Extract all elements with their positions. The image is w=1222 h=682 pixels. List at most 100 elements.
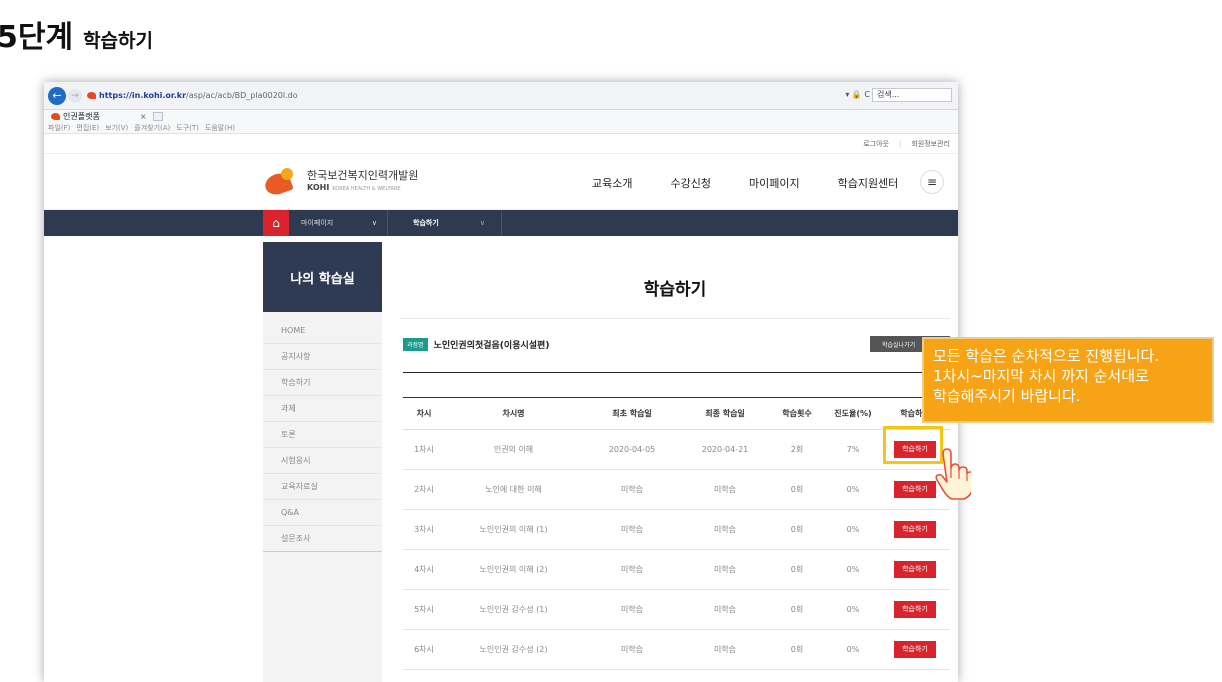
section-divider xyxy=(403,372,950,373)
cell-name: 인권의 이해 xyxy=(445,429,582,470)
menu-tools[interactable]: 도구(T) xyxy=(176,123,199,133)
util-divider: | xyxy=(899,139,902,148)
tab-title[interactable]: 인권플랫폼 xyxy=(63,111,100,122)
menu-view[interactable]: 보기(V) xyxy=(105,123,128,133)
menu-edit[interactable]: 편집(E) xyxy=(76,123,99,133)
cell-count: 0회 xyxy=(768,629,826,670)
cell-first-date: 미학습 xyxy=(582,629,682,670)
sidebar-item-exam[interactable]: 시험응시 xyxy=(263,448,382,474)
cell-last-date: 미학습 xyxy=(682,469,768,510)
global-nav: 교육소개 수강신청 마이페이지 학습지원센터 xyxy=(592,175,936,191)
menu-file[interactable]: 파일(F) xyxy=(48,123,70,133)
study-button[interactable]: 학습하기 xyxy=(894,521,936,538)
back-button[interactable]: ← xyxy=(48,86,66,105)
sidebar-item-notice[interactable]: 공지사항 xyxy=(263,344,382,370)
callout-line: 1차시~마지막 차시 까지 순서대로 xyxy=(933,367,1149,385)
study-button[interactable]: 학습하기 xyxy=(894,641,936,658)
tab-strip: 인권플랫폼 × xyxy=(44,110,958,122)
breadcrumb-study-dropdown[interactable]: 학습하기 ∨ xyxy=(389,210,502,236)
menu-help[interactable]: 도움말(H) xyxy=(205,123,235,133)
cell-last-date: 2020-04-21 xyxy=(682,429,768,470)
gnb-education-intro[interactable]: 교육소개 xyxy=(592,175,632,191)
cell-no: 1차시 xyxy=(403,429,445,470)
cell-no: 4차시 xyxy=(403,549,445,590)
study-button[interactable]: 학습하기 xyxy=(894,561,936,578)
cell-name: 노인인권의 이해 (2) xyxy=(445,549,582,590)
cell-progress: 0% xyxy=(826,629,880,670)
cell-first-date: 2020-04-05 xyxy=(582,429,682,470)
address-actions[interactable]: ▾ 🔒 C xyxy=(845,90,870,99)
sidebar-item-home[interactable]: HOME xyxy=(263,318,382,344)
chevron-down-icon: ∨ xyxy=(479,219,485,227)
sidebar: 나의 학습실 HOME 공지사항 학습하기 과제 토론 시험응시 교육자료실 Q… xyxy=(263,242,382,682)
table-row: 5차시 노인인권 감수성 (1) 미학습 미학습 0회 0% 학습하기 xyxy=(403,589,950,630)
cell-progress: 0% xyxy=(826,469,880,510)
table-row: 3차시 노인인권의 이해 (1) 미학습 미학습 0회 0% 학습하기 xyxy=(403,509,950,550)
col-count: 학습횟수 xyxy=(768,397,826,430)
home-icon[interactable]: ⌂ xyxy=(263,210,289,236)
sidebar-item-discussion[interactable]: 토론 xyxy=(263,422,382,448)
cell-last-date: 미학습 xyxy=(682,509,768,550)
cell-count: 0회 xyxy=(768,469,826,510)
course-name: 노인인권의첫걸음(이용시설편) xyxy=(433,341,550,351)
url-field[interactable]: https://in.kohi.or.kr/asp/ac/acb/BD_pla0… xyxy=(99,91,298,100)
page-title: 학습하기 xyxy=(643,280,707,300)
site-header: 한국보건복지인력개발원 KOHI KOREA HEALTH & WELFARE 교… xyxy=(44,154,958,210)
col-last-date: 최종 학습일 xyxy=(682,397,768,430)
new-tab-icon[interactable] xyxy=(152,111,163,121)
step-label: 학습하기 xyxy=(83,30,153,52)
cell-last-date: 미학습 xyxy=(682,549,768,590)
cell-first-date: 미학습 xyxy=(582,589,682,630)
table-row: 1차시 인권의 이해 2020-04-05 2020-04-21 2회 7% 학… xyxy=(403,429,950,470)
gnb-enrollment[interactable]: 수강신청 xyxy=(670,175,710,191)
cell-name: 노인인권의 이해 (1) xyxy=(445,509,582,550)
cell-first-date: 미학습 xyxy=(582,549,682,590)
cell-first-date: 미학습 xyxy=(582,469,682,510)
browser-window: ← → https://in.kohi.or.kr/asp/ac/acb/BD_… xyxy=(44,82,958,682)
forward-button[interactable]: → xyxy=(68,88,82,103)
cell-progress: 0% xyxy=(826,589,880,630)
site-logo[interactable]: 한국보건복지인력개발원 KOHI KOREA HEALTH & WELFARE xyxy=(262,164,418,198)
gnb-support-center[interactable]: 학습지원센터 xyxy=(838,175,899,191)
table-row: 6차시 노인인권 감수성 (2) 미학습 미학습 0회 0% 학습하기 xyxy=(403,629,950,670)
cell-last-date: 미학습 xyxy=(682,589,768,630)
col-no: 차시 xyxy=(403,397,445,430)
cell-no: 2차시 xyxy=(403,469,445,510)
sidebar-item-survey[interactable]: 설문조사 xyxy=(263,526,382,552)
cell-progress: 7% xyxy=(826,429,880,470)
site-favicon-icon xyxy=(87,92,96,99)
pointer-hand-icon xyxy=(935,448,971,500)
tab-close-icon[interactable]: × xyxy=(140,112,147,121)
cell-count: 0회 xyxy=(768,549,826,590)
cell-name: 노인에 대한 이해 xyxy=(445,469,582,510)
gnb-mypage[interactable]: 마이페이지 xyxy=(749,175,800,191)
utility-links: 로그아웃 | 회원정보관리 xyxy=(44,134,958,154)
cell-no: 5차시 xyxy=(403,589,445,630)
org-english: KOHI KOREA HEALTH & WELFARE xyxy=(307,182,401,192)
table-row: 4차시 노인인권의 이해 (2) 미학습 미학습 0회 0% 학습하기 xyxy=(403,549,950,590)
cell-progress: 0% xyxy=(826,509,880,550)
cell-no: 3차시 xyxy=(403,509,445,550)
sidebar-title: 나의 학습실 xyxy=(263,242,382,312)
logo-mark-icon xyxy=(262,164,301,198)
course-badge: 과정명 xyxy=(403,338,428,351)
browser-search-input[interactable]: 검색... xyxy=(872,88,952,102)
callout-line: 학습해주시기 바랍니다. xyxy=(933,387,1081,405)
breadcrumb-mypage-dropdown[interactable]: 마이페이지 ∨ xyxy=(289,210,388,236)
cell-first-date: 미학습 xyxy=(582,509,682,550)
sidebar-item-study[interactable]: 학습하기 xyxy=(263,370,382,396)
lesson-table: 차시 차시명 최초 학습일 최종 학습일 학습횟수 진도율(%) 학습하기 1차… xyxy=(403,397,950,670)
course-info: 과정명 노인인권의첫걸음(이용시설편) xyxy=(403,338,549,351)
study-button[interactable]: 학습하기 xyxy=(894,601,936,618)
logout-link[interactable]: 로그아웃 xyxy=(863,139,889,149)
address-bar: ← → https://in.kohi.or.kr/asp/ac/acb/BD_… xyxy=(44,82,958,110)
sidebar-item-qna[interactable]: Q&A xyxy=(263,500,382,526)
sidebar-item-materials[interactable]: 교육자료실 xyxy=(263,474,382,500)
col-progress: 진도율(%) xyxy=(826,397,880,430)
member-info-link[interactable]: 회원정보관리 xyxy=(911,139,950,149)
instruction-callout: 모든 학습은 순차적으로 진행됩니다. 1차시~마지막 차시 까지 순서대로 학… xyxy=(922,337,1214,423)
menu-favorites[interactable]: 즐겨찾기(A) xyxy=(134,123,170,133)
sidebar-item-assignment[interactable]: 과제 xyxy=(263,396,382,422)
hamburger-menu-icon[interactable]: ≡ xyxy=(920,170,944,194)
cell-name: 노인인권 감수성 (1) xyxy=(445,589,582,630)
